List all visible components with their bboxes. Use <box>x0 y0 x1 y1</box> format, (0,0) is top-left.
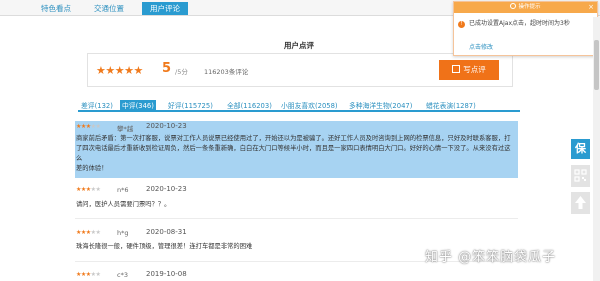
guarantee-button[interactable]: 保 <box>571 139 590 159</box>
notice-message: ! 已成功设置Ajax点击，超时时间为3秒 <box>458 18 570 28</box>
watermark: 知乎 @笨笨脑袋瓜子 <box>425 250 557 265</box>
filter-marine-life[interactable]: 多种海洋生物(2047) <box>349 100 412 112</box>
review-stars: ★★★★★ <box>76 229 101 236</box>
pen-icon <box>452 65 461 73</box>
review-filter-tabs: 差评(132) 中评(346) 好评(115725) 全部(116203) 小朋… <box>78 98 520 112</box>
notice-title: 操作提示 <box>518 4 541 10</box>
overall-stars-icon: ★★★★★ <box>96 64 143 77</box>
overall-score: 5 <box>162 61 172 76</box>
review-text: 请问，医护人员需要门票吗？？。 <box>76 201 171 208</box>
vertical-scrollbar[interactable] <box>593 17 600 281</box>
warning-icon: ! <box>458 21 465 28</box>
score-unit: /5分 <box>175 68 188 76</box>
info-icon <box>510 3 517 9</box>
review-date: 2020-10-23 <box>146 185 187 193</box>
review-user: 攀*越 <box>117 125 134 133</box>
filter-kids-like[interactable]: 小朋友喜欢(2058) <box>281 100 338 112</box>
review-stars: ★★★★★ <box>76 271 101 278</box>
notice-header: 操作提示 <box>454 2 597 13</box>
review-date: 2019-10-08 <box>146 270 187 278</box>
review-user: n*6 <box>117 186 129 194</box>
scrollbar-thumb[interactable] <box>594 40 599 90</box>
review-user: c*3 <box>117 271 128 279</box>
review-stars: ★★★★★ <box>76 186 101 193</box>
filter-performance[interactable]: 蜡花表演(1287) <box>426 100 476 112</box>
notice-modify-link[interactable]: 点击修改 <box>469 42 493 51</box>
tab-reviews[interactable]: 用户评论 <box>142 2 188 15</box>
review-user: h*g <box>117 229 129 237</box>
filter-positive[interactable]: 好评(115725) <box>168 100 213 112</box>
review-date: 2020-08-31 <box>146 228 187 236</box>
filter-negative[interactable]: 差评(132) <box>81 100 113 112</box>
qr-code-button[interactable] <box>571 165 590 187</box>
filter-neutral[interactable]: 中评(346) <box>120 100 156 112</box>
close-icon[interactable]: × <box>588 2 594 13</box>
qr-code-icon <box>574 169 587 182</box>
write-review-button[interactable]: 写点评 <box>439 60 499 80</box>
arrow-up-icon <box>575 196 586 209</box>
write-review-label: 写点评 <box>463 65 486 74</box>
review-item: ★★★★★ c*3 2019-10-08 <box>75 268 518 281</box>
filter-all[interactable]: 全部(116203) <box>227 100 272 112</box>
review-count: 116203条评论 <box>204 68 249 76</box>
review-stars: ★★★★★ <box>76 123 101 130</box>
back-to-top-button[interactable] <box>571 192 590 214</box>
tab-features[interactable]: 特色看点 <box>34 2 78 15</box>
review-text: 珠海长隆很一般，硬件顶级，管理很差！连打车都是非常的困难 <box>76 243 253 250</box>
review-text: 商家前后矛盾：第一次打客服，说票对工作人员说票已经使用过了，开始还以为是被骗了。… <box>76 135 511 172</box>
rating-summary: ★★★★★ 5 /5分 116203条评论 写点评 <box>87 53 513 87</box>
review-item: ★★★★★ n*6 2020-10-23 请问，医护人员需要门票吗？？。 <box>75 183 518 219</box>
review-item-highlighted: ★★★★★ 攀*越 2020-10-23 商家前后矛盾：第一次打客服，说票对工作… <box>75 121 518 178</box>
tab-location[interactable]: 交通位置 <box>86 2 132 15</box>
review-date: 2020-10-23 <box>146 122 187 130</box>
operation-notice: 操作提示 × ! 已成功设置Ajax点击，超时时间为3秒 点击修改 <box>453 1 598 56</box>
